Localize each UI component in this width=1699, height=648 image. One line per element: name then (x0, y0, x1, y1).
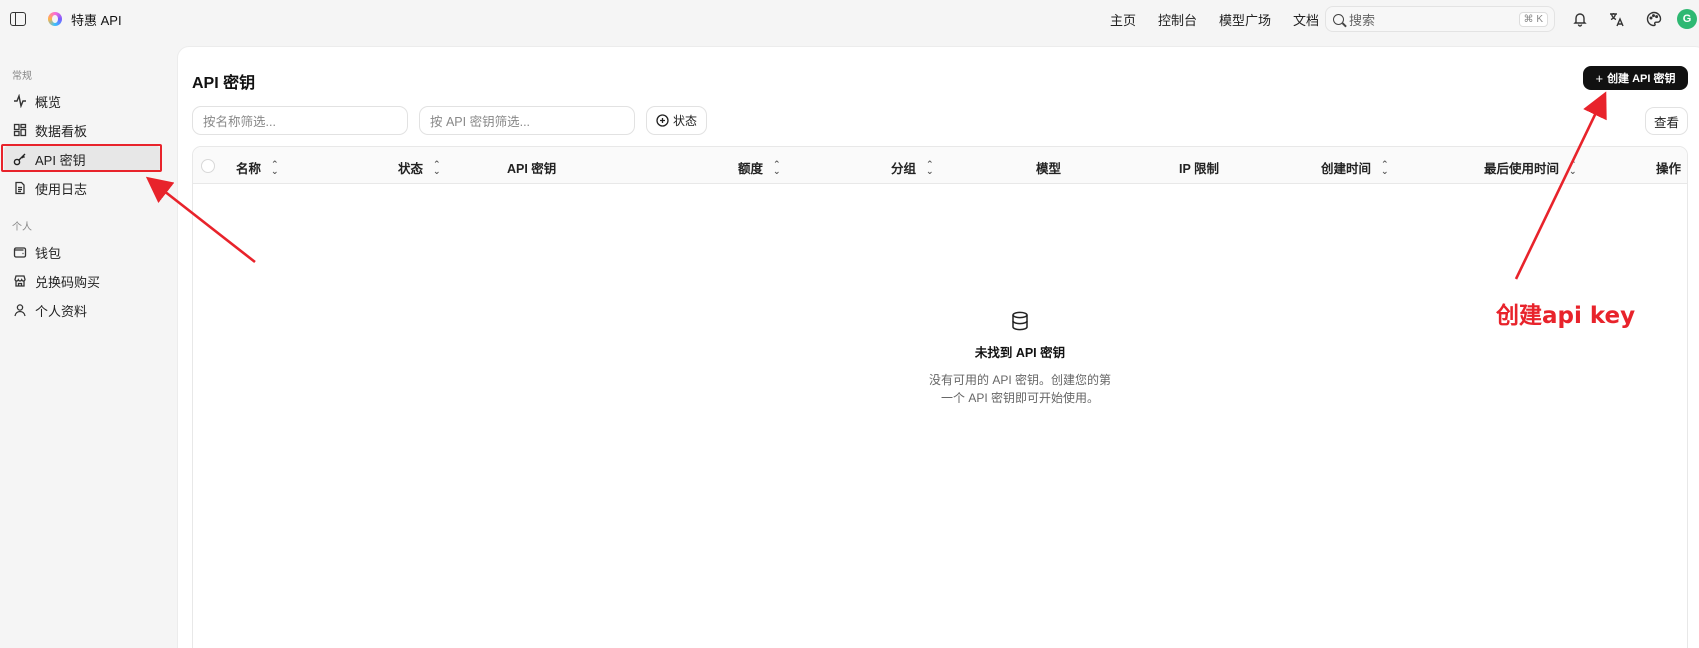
empty-state-description: 没有可用的 API 密钥。创建您的第一个 API 密钥即可开始使用。 (928, 373, 1111, 405)
sidebar-item-label: 钱包 (35, 245, 62, 261)
nav-console[interactable]: 控制台 (1158, 10, 1197, 29)
column-name[interactable]: 名称 ⌃ ⌄ (236, 158, 279, 177)
sidebar-item-label: 使用日志 (35, 181, 88, 197)
sidebar-item-usage-logs[interactable]: 使用日志 (4, 175, 160, 201)
bell-icon[interactable] (1570, 9, 1590, 29)
annotation-label: 创建api key (1496, 303, 1636, 329)
sidebar-toggle-icon[interactable] (10, 12, 26, 26)
name-filter-input[interactable]: 按名称筛选... (192, 106, 408, 135)
translate-icon[interactable] (1606, 9, 1626, 29)
view-button-label: 查看 (1653, 115, 1679, 130)
plus-icon: + (1595, 70, 1604, 86)
plus-circle-icon (656, 114, 669, 127)
annotation-highlight-box (1, 144, 162, 172)
column-last-used[interactable]: 最后使用时间 ⌃ ⌄ (1484, 158, 1577, 177)
create-api-key-button[interactable]: + 创建 API 密钥 (1583, 66, 1688, 90)
search-placeholder: 搜索 (1349, 12, 1376, 28)
sidebar-item-label: 数据看板 (35, 123, 88, 139)
file-text-icon (13, 181, 27, 195)
wallet-icon (13, 245, 27, 259)
nav-home[interactable]: 主页 (1110, 10, 1136, 29)
column-model: 模型 (1036, 162, 1062, 176)
column-status[interactable]: 状态 ⌃ ⌄ (398, 158, 441, 177)
sort-icon: ⌃ ⌄ (1569, 158, 1577, 176)
sidebar-item-wallet[interactable]: 钱包 (4, 239, 160, 265)
search-input[interactable]: 搜索 ⌘ K (1325, 6, 1555, 32)
sort-icon: ⌃ ⌄ (926, 158, 934, 176)
key-filter-placeholder: 按 API 密钥筛选... (430, 115, 531, 129)
create-api-key-label: 创建 API 密钥 (1607, 73, 1676, 85)
column-api-key: API 密钥 (507, 162, 557, 176)
sidebar-item-overview[interactable]: 概览 (4, 88, 160, 114)
column-actions: 操作 (1656, 162, 1682, 176)
palette-icon[interactable] (1644, 9, 1664, 29)
dashboard-icon (13, 123, 27, 137)
database-icon (1009, 310, 1031, 332)
nav-docs[interactable]: 文档 (1293, 10, 1319, 29)
column-quota[interactable]: 额度 ⌃ ⌄ (738, 158, 781, 177)
avatar[interactable]: G (1677, 9, 1697, 29)
sidebar-item-profile[interactable]: 个人资料 (4, 297, 160, 323)
top-bar: 特惠 API 主页 控制台 模型广场 文档 搜索 ⌘ K G (0, 0, 1699, 38)
sidebar-item-label: 概览 (35, 94, 62, 110)
brand-logo (48, 12, 62, 26)
empty-state: 未找到 API 密钥 没有可用的 API 密钥。创建您的第一个 API 密钥即可… (900, 310, 1140, 407)
activity-icon (13, 94, 27, 108)
status-filter-label: 状态 (672, 114, 697, 128)
sort-icon: ⌃ ⌄ (773, 158, 781, 176)
sort-icon: ⌃ ⌄ (1381, 158, 1389, 176)
column-group[interactable]: 分组 ⌃ ⌄ (891, 158, 934, 177)
search-shortcut: ⌘ K (1518, 12, 1548, 27)
sidebar-item-redeem[interactable]: 兑换码购买 (4, 268, 160, 294)
select-all-checkbox[interactable] (201, 159, 215, 173)
column-created-at[interactable]: 创建时间 ⌃ ⌄ (1321, 158, 1389, 177)
status-filter-button[interactable]: 状态 (646, 106, 707, 135)
key-filter-input[interactable]: 按 API 密钥筛选... (419, 106, 635, 135)
name-filter-placeholder: 按名称筛选... (203, 115, 276, 129)
brand-name[interactable]: 特惠 API (71, 10, 122, 29)
search-icon (1333, 13, 1344, 25)
sidebar-item-label: 兑换码购买 (35, 274, 101, 290)
sort-icon: ⌃ ⌄ (271, 158, 279, 176)
sort-icon: ⌃ ⌄ (433, 158, 441, 176)
section-label-general: 常规 (12, 71, 32, 82)
user-icon (13, 303, 27, 317)
view-button[interactable]: 查看 (1645, 107, 1688, 135)
sidebar-item-dashboard[interactable]: 数据看板 (4, 117, 160, 143)
table-header: 名称 ⌃ ⌄ 状态 ⌃ ⌄ API 密钥 额度 ⌃ ⌄ 分组 ⌃ ⌄ 模型 IP 限制 创建时间… (193, 147, 1687, 184)
section-label-personal: 个人 (12, 222, 32, 233)
sidebar-item-label: 个人资料 (35, 303, 88, 319)
top-nav: 主页 控制台 模型广场 文档 (1110, 0, 1319, 38)
nav-model-square[interactable]: 模型广场 (1219, 10, 1271, 29)
empty-state-title: 未找到 API 密钥 (974, 346, 1066, 360)
store-icon (13, 274, 27, 288)
column-ip-limit: IP 限制 (1179, 162, 1220, 176)
page-title: API 密钥 (192, 75, 256, 92)
